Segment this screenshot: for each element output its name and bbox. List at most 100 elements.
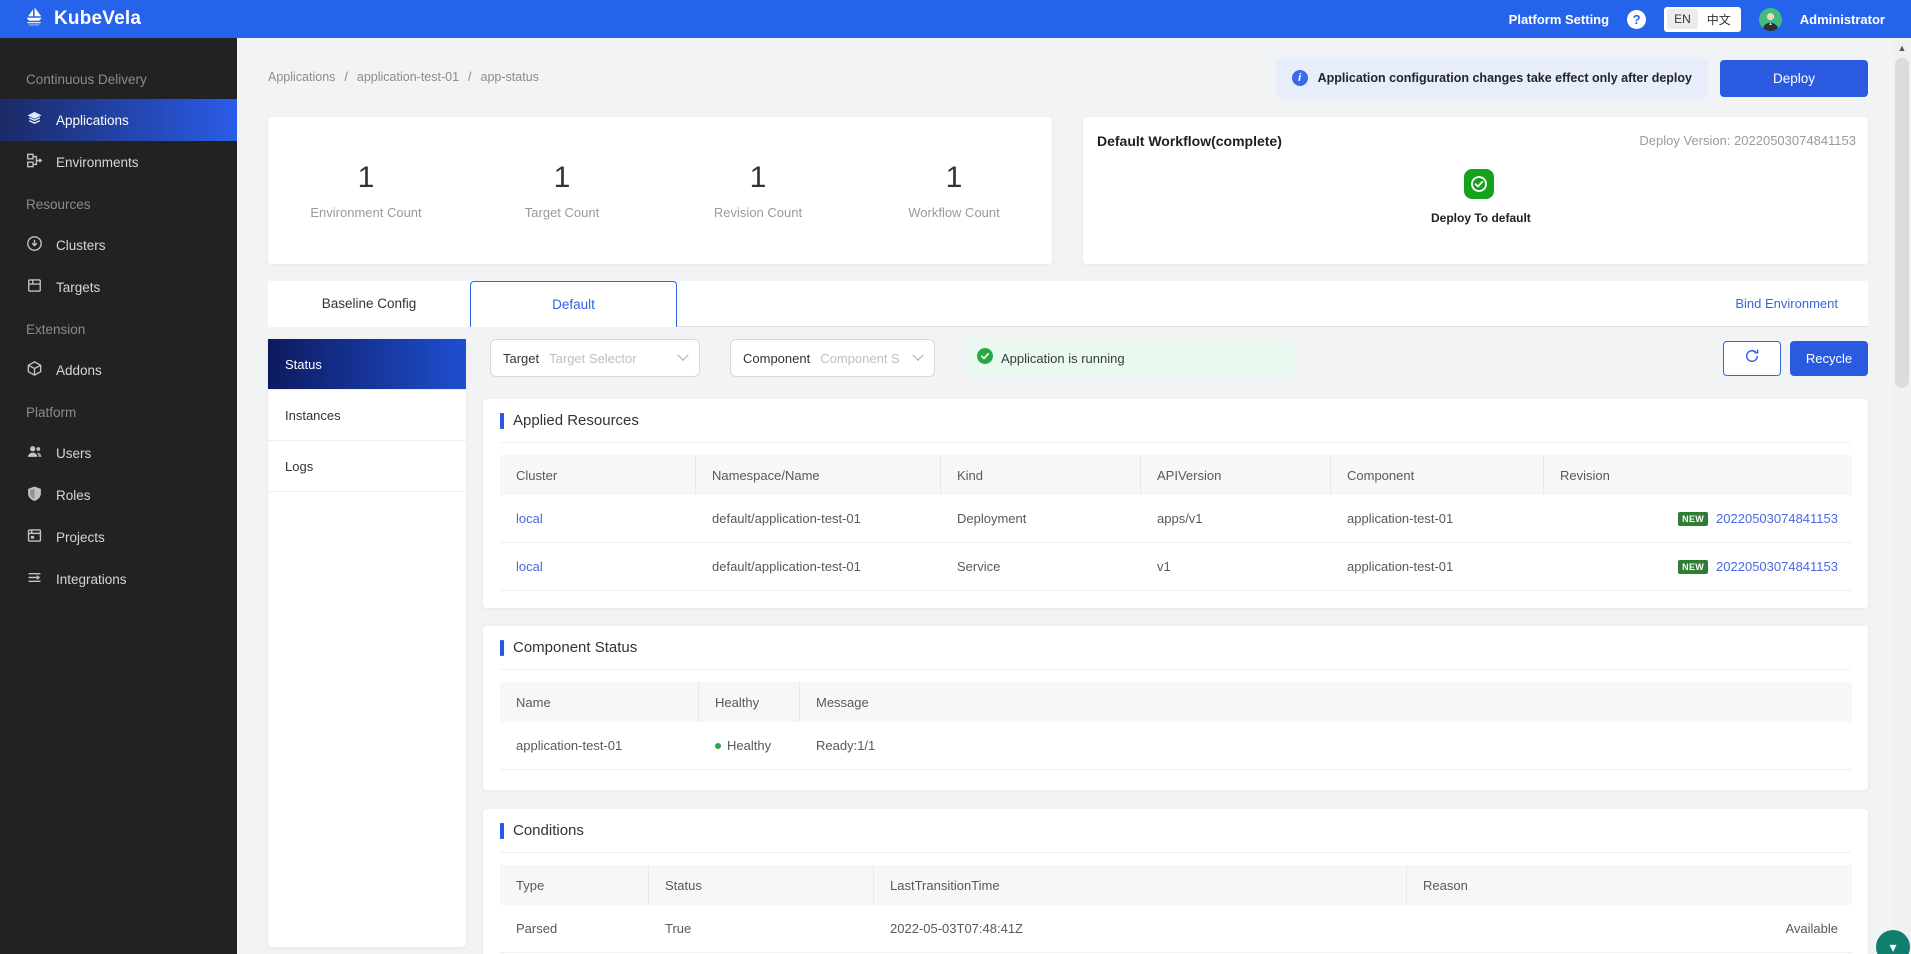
deploy-info-banner: i Application configuration changes take… — [1275, 57, 1708, 99]
breadcrumb-separator: / — [344, 70, 348, 84]
sidebar-item-targets[interactable]: Targets — [0, 266, 237, 308]
cell-healthy: Healthy — [727, 738, 772, 753]
section-head: Applied Resources — [500, 412, 639, 429]
brand-name: KubeVela — [54, 8, 142, 29]
bind-environment-link[interactable]: Bind Environment — [1735, 281, 1838, 327]
breadcrumb-applications[interactable]: Applications — [268, 70, 335, 84]
new-badge: NEW — [1678, 559, 1709, 574]
kubevela-boat-logo-icon — [22, 5, 46, 34]
user-name[interactable]: Administrator — [1800, 12, 1885, 27]
cluster-link[interactable]: local — [516, 559, 543, 574]
refresh-icon — [1744, 348, 1760, 369]
column-header-type: Type — [500, 865, 649, 905]
target-selector[interactable]: Target Target Selector — [490, 339, 700, 377]
stat-value: 1 — [357, 161, 375, 194]
scrollbar-thumb[interactable] — [1895, 58, 1909, 388]
section-head: Component Status — [500, 639, 637, 656]
breadcrumb-separator: / — [468, 70, 472, 84]
recycle-button[interactable]: Recycle — [1790, 341, 1868, 376]
subnav-item-status[interactable]: Status — [268, 339, 466, 390]
sidebar-item-addons[interactable]: Addons — [0, 349, 237, 391]
help-icon[interactable]: ? — [1627, 9, 1647, 29]
scroll-up-arrow-icon[interactable]: ▲ — [1893, 40, 1911, 56]
banner-text: Application configuration changes take e… — [1317, 71, 1692, 85]
sidebar-item-environments[interactable]: Environments — [0, 141, 237, 183]
sidebar-item-label: Clusters — [56, 237, 106, 253]
lang-en-option[interactable]: EN — [1667, 9, 1698, 29]
list-icon — [26, 569, 43, 589]
table-header: Name Healthy Message — [500, 682, 1852, 722]
sidebar-item-label: Projects — [56, 529, 105, 545]
status-subnav: Status Instances Logs — [268, 339, 466, 947]
lang-zh-option[interactable]: 中文 — [1700, 8, 1738, 31]
sidebar-section-resources: Resources — [26, 197, 91, 212]
subnav-item-logs[interactable]: Logs — [268, 441, 466, 492]
target-placeholder: Target Selector — [549, 350, 637, 366]
workflow-success-check-icon — [1464, 169, 1494, 199]
cell-namespace-name: default/application-test-01 — [712, 559, 861, 574]
component-selector[interactable]: Component Component S — [730, 339, 935, 377]
avatar[interactable] — [1758, 7, 1782, 31]
deploy-button[interactable]: Deploy — [1720, 60, 1868, 97]
tab-baseline-config[interactable]: Baseline Config — [268, 281, 470, 327]
kubevela-app: KubeVela Platform Setting ? EN 中文 Admini… — [0, 0, 1911, 954]
sidebar-item-projects[interactable]: Projects — [0, 516, 237, 558]
stat-label: Revision Count — [713, 205, 803, 220]
column-header-lasttransitiontime: LastTransitionTime — [874, 865, 1407, 905]
cloud-icon — [26, 235, 43, 255]
workflow-title: Default Workflow(complete) — [1097, 133, 1282, 149]
target-label: Target — [503, 350, 540, 366]
stat-label: Workflow Count — [908, 205, 1000, 220]
subnav-item-instances[interactable]: Instances — [268, 390, 466, 441]
sidebar-item-label: Addons — [56, 362, 102, 378]
cell-name: application-test-01 — [516, 738, 623, 753]
sidebar-item-users[interactable]: Users — [0, 432, 237, 474]
sidebar-item-roles[interactable]: Roles — [0, 474, 237, 516]
sidebar-item-clusters[interactable]: Clusters — [0, 224, 237, 266]
stat-target-count: 1 Target Count — [464, 161, 660, 220]
column-header-component: Component — [1331, 455, 1544, 495]
stat-environment-count: 1 Environment Count — [268, 161, 464, 220]
application-status-text: Application is running — [1001, 350, 1125, 366]
component-status-table: Name Healthy Message application-test-01… — [500, 682, 1852, 770]
healthy-dot-icon — [715, 742, 721, 749]
sidebar-item-label: Applications — [56, 112, 129, 128]
platform-setting-link[interactable]: Platform Setting — [1509, 12, 1609, 27]
vertical-scrollbar[interactable]: ▲ ▼ — [1893, 38, 1911, 954]
application-status-pill: Application is running — [965, 339, 1293, 377]
column-header-status: Status — [649, 865, 874, 905]
workflow-card: Default Workflow(complete) Deploy Versio… — [1083, 117, 1868, 264]
cell-reason: Available — [1785, 921, 1838, 936]
workflow-node-deploy-to-default[interactable]: Deploy To default — [1431, 169, 1531, 225]
sidebar-section-platform: Platform — [26, 405, 77, 420]
language-switcher[interactable]: EN 中文 — [1664, 6, 1741, 32]
sidebar-item-applications[interactable]: Applications — [0, 99, 237, 141]
cluster-link[interactable]: local — [516, 511, 543, 526]
cell-kind: Deployment — [957, 511, 1027, 526]
stat-value: 1 — [945, 161, 963, 194]
column-header-reason: Reason — [1423, 877, 1468, 893]
chevron-down-icon — [912, 349, 924, 361]
component-status-title: Component Status — [513, 639, 638, 656]
stat-label: Environment Count — [310, 205, 422, 220]
sidebar-item-integrations[interactable]: Integrations — [0, 558, 237, 600]
revision-link[interactable]: 20220503074841153 — [1716, 559, 1838, 574]
info-icon: i — [1291, 70, 1308, 86]
tab-default[interactable]: Default — [470, 281, 677, 327]
conditions-title: Conditions — [513, 822, 584, 839]
sidebar-item-label: Integrations — [56, 571, 127, 587]
refresh-button[interactable] — [1723, 341, 1781, 376]
chevron-down-icon — [677, 349, 689, 361]
flow-icon — [26, 152, 43, 172]
top-bar-right: Platform Setting ? EN 中文 Administrator — [1509, 6, 1911, 32]
brand[interactable]: KubeVela — [0, 5, 141, 34]
applied-resources-title: Applied Resources — [513, 412, 639, 429]
revision-link[interactable]: 20220503074841153 — [1716, 511, 1838, 526]
cell-component: application-test-01 — [1347, 511, 1454, 526]
column-header-namespace-name: Namespace/Name — [696, 455, 941, 495]
breadcrumb-application-test-01[interactable]: application-test-01 — [357, 70, 459, 84]
applied-resources-card: Applied Resources Cluster Namespace/Name… — [483, 399, 1868, 608]
section-head: Conditions — [500, 822, 584, 839]
divider — [500, 852, 1851, 853]
shield-icon — [26, 485, 43, 505]
